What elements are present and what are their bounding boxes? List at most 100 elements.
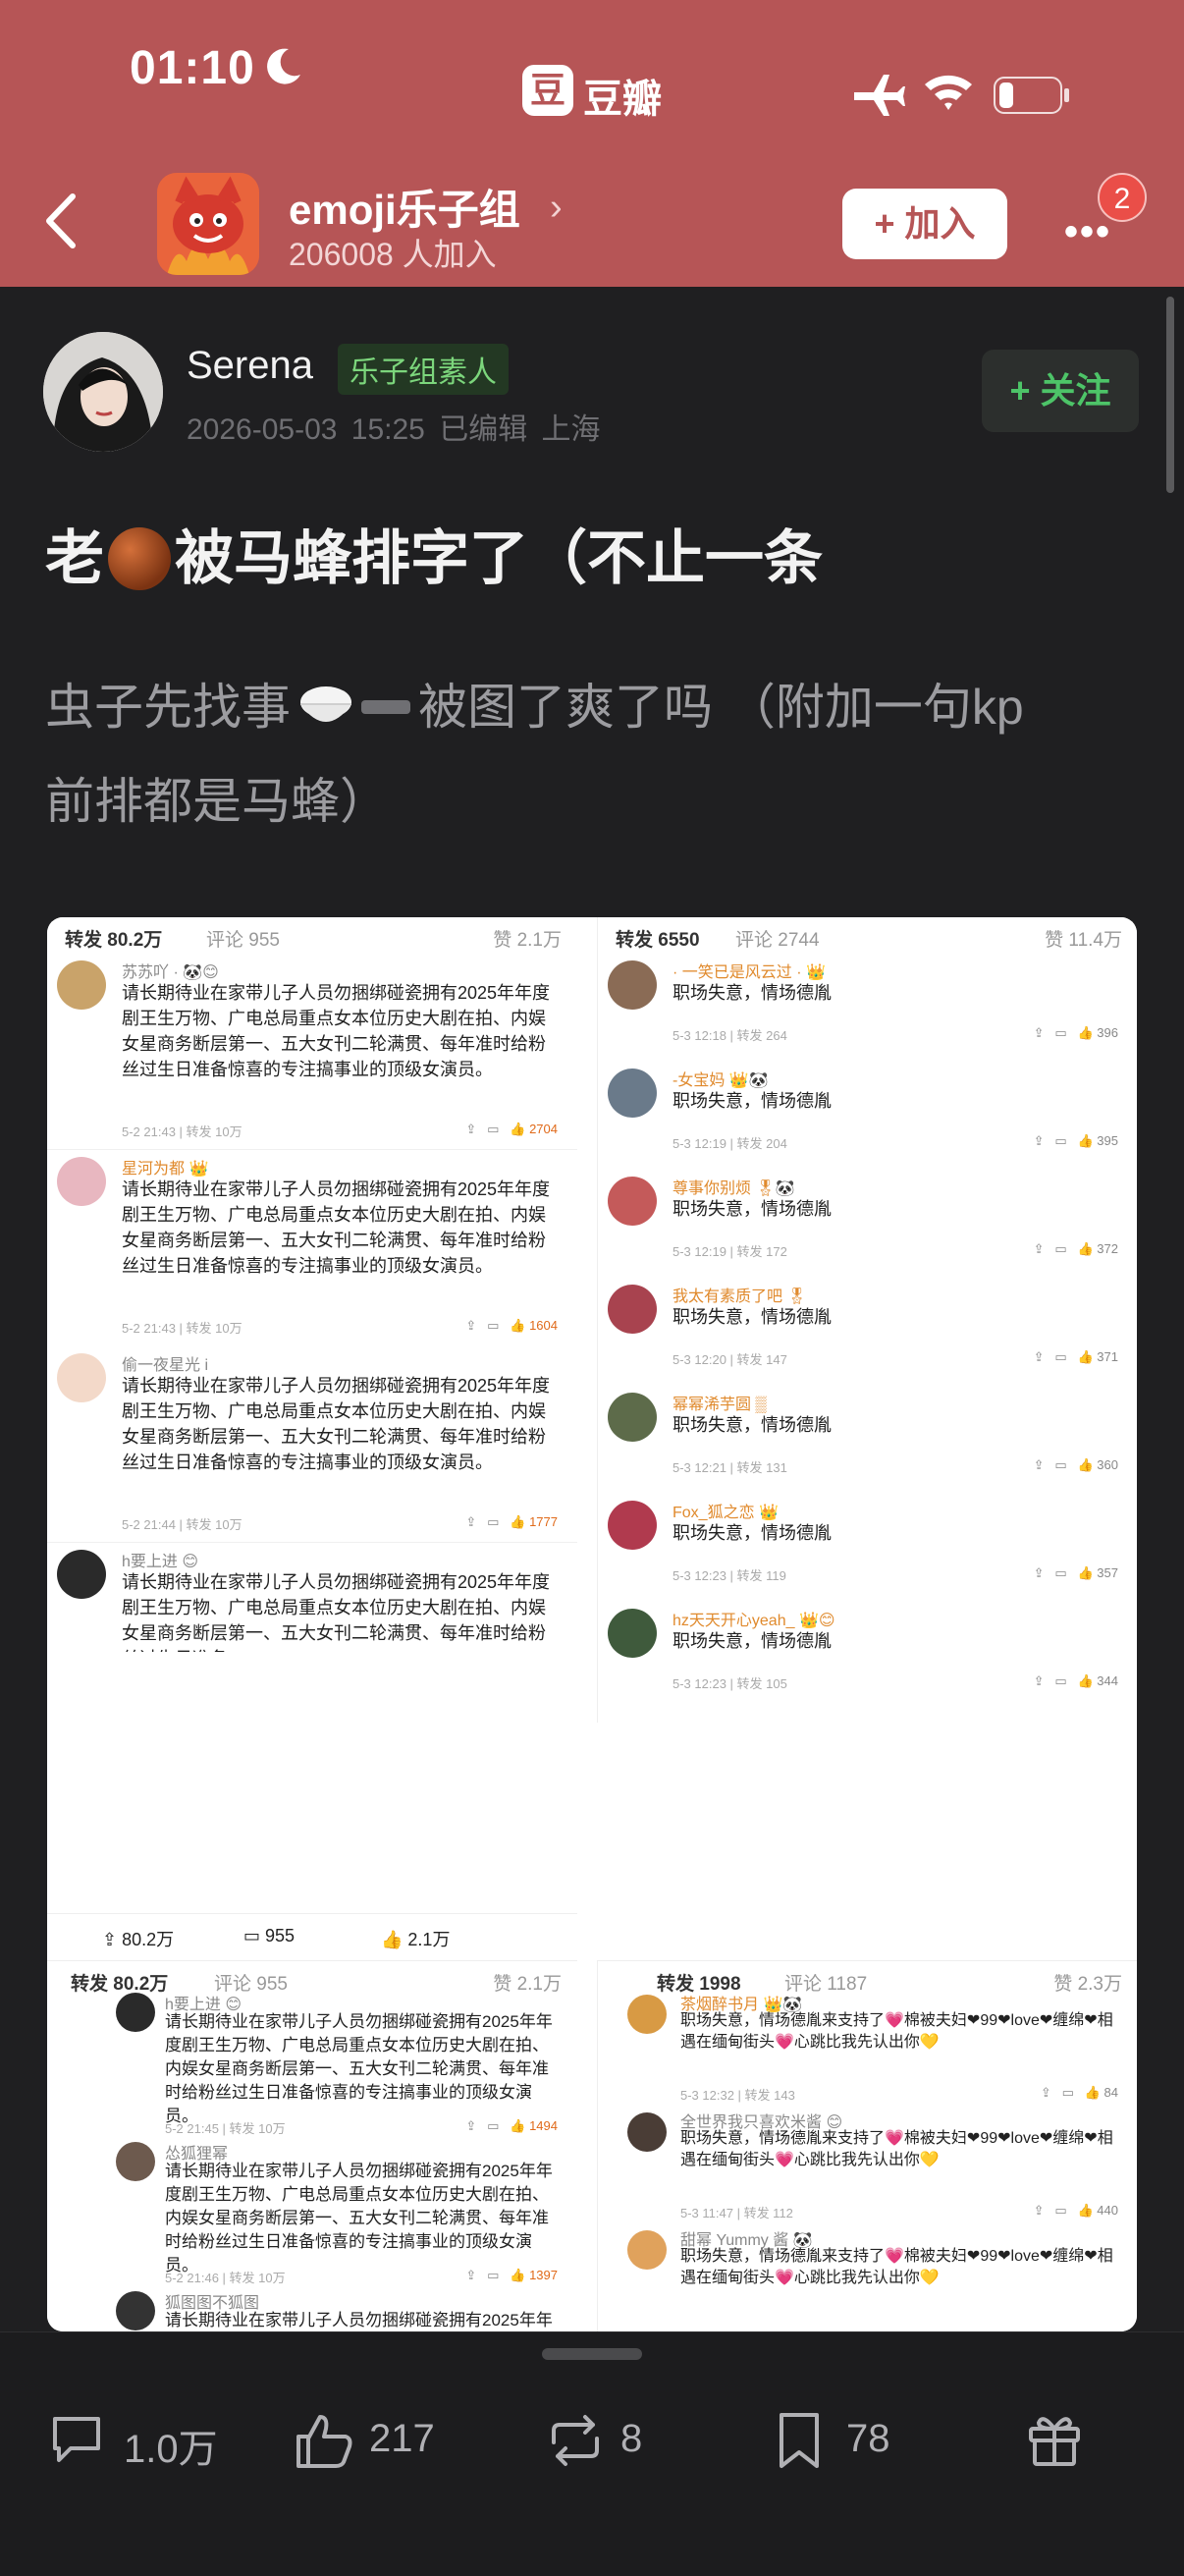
commenter-name: 偷一夜星光 i <box>122 1357 209 1374</box>
likes-count: 217 <box>369 2417 435 2460</box>
commenter-avatar <box>57 1157 106 1206</box>
back-button[interactable] <box>37 187 86 255</box>
comment-footer: 5-2 21:43 | 转发 10万 ⇪ ▭ 👍 2704 <box>122 1122 558 1140</box>
comment-time: 5-3 12:20 | 转发 147 <box>673 1352 787 1367</box>
status-time: 01:10 <box>130 42 255 94</box>
comment-footer: 5-2 21:45 | 转发 10万 ⇪ ▭ 👍 1494 <box>165 2118 558 2137</box>
moon-icon <box>267 48 300 84</box>
comment-actions: ⇪ ▭ 👍 1494 <box>465 2118 558 2133</box>
comment-footer: 5-2 21:44 | 转发 10万 ⇪ ▭ 👍 1777 <box>122 1514 558 1533</box>
group-member-count: 206008 人加入 <box>289 237 497 272</box>
comment-actions: ⇪ ▭ 👍 1604 <box>465 1318 558 1333</box>
post-image[interactable]: 转发 80.2万 评论 955 赞 2.1万 苏苏吖 · 🐼😊 请长期待业在家带… <box>47 917 1137 2331</box>
app-name: 豆瓣 <box>583 78 662 121</box>
comment-footer: 5-3 12:23 | 转发 105 ⇪ ▭ 👍 344 <box>673 1673 1118 1692</box>
comment-item: h要上进 😊 请长期待业在家带儿子人员勿捆绑碰瓷拥有2025年年度剧王生万物、广… <box>47 1544 577 1652</box>
commenter-name: 苏苏吖 · 🐼😊 <box>122 964 219 981</box>
comment-likes: 344 <box>1097 1673 1118 1688</box>
body-line-1: 虫子先找事 被图了爽了吗 （附加一句kp <box>45 660 1135 754</box>
comment-time: 5-3 12:23 | 转发 105 <box>673 1676 787 1691</box>
commenter-avatar <box>116 1993 155 2032</box>
commenter-avatar <box>608 1393 657 1442</box>
comment-icon[interactable]: ▭ 955 <box>243 1926 295 1946</box>
like-action[interactable]: 217 <box>293 2403 469 2472</box>
reposts-count: 8 <box>620 2417 643 2460</box>
comment-text: 职场失意，情场德胤 <box>673 1415 832 1435</box>
comment-actions: ⇪ ▭ 👍 371 <box>1033 1349 1118 1364</box>
gift-icon <box>1029 2417 1080 2466</box>
screenshot-panel-4: 转发 1998 评论 1187 赞 2.3万 茶烟醉书月 👑🐼 职场失意，情场德… <box>597 1960 1137 2331</box>
comment-text: 请长期待业在家带儿子人员勿捆绑碰瓷拥有2025年年度剧王生万物、广电总局重点女本… <box>122 983 551 1079</box>
like-icon[interactable]: 👍 2.1万 <box>381 1926 450 1951</box>
comments-count: 1.0万 <box>124 2428 218 2471</box>
comment-text: 请长期待业在家带儿子人员勿捆绑碰瓷拥有2025年年度剧王生万物、广电总局重点女本… <box>165 2012 553 2125</box>
join-group-button[interactable]: + 加入 <box>842 189 1007 259</box>
comment-time: 5-3 12:19 | 转发 204 <box>673 1136 787 1151</box>
body-text-b: 被图了爽了吗 （附加一句kp <box>418 680 1024 735</box>
group-name[interactable]: emoji乐子组 <box>289 177 520 237</box>
comment-text: 职场失意，情场德胤来支持了💗棉被夫妇❤99❤love❤缠绵❤相遇在缅甸街头💗心跳… <box>680 2130 1113 2168</box>
action-reposts: 80.2万 <box>122 1930 175 1949</box>
panel-comments: 评论 955 <box>206 930 280 951</box>
comments-action[interactable]: 1.0万 <box>47 2403 243 2472</box>
commenter-name: 尊事你别烦 🎖🐼 <box>673 1180 795 1197</box>
body-text-a: 虫子先找事 <box>45 680 291 735</box>
comment-time: 5-3 12:18 | 转发 264 <box>673 1028 787 1043</box>
author-avatar[interactable] <box>43 332 163 452</box>
post-body: 虫子先找事 被图了爽了吗 （附加一句kp 前排都是马蜂） <box>45 660 1135 849</box>
comment-likes: 440 <box>1097 2203 1118 2218</box>
red-monster-icon <box>157 173 259 275</box>
commenter-avatar <box>627 2230 667 2270</box>
comment-footer: 5-3 12:18 | 转发 264 ⇪ ▭ 👍 396 <box>673 1025 1118 1044</box>
comment-item: 狐图图不狐图 请长期待业在家带儿子人员勿捆绑碰瓷拥有2025年年度剧王生万物、广… <box>47 2289 577 2331</box>
commenter-name: 星河为都 👑 <box>122 1161 209 1178</box>
comment-likes: 1604 <box>529 1318 558 1333</box>
action-comments: 955 <box>265 1926 296 1946</box>
more-options-button[interactable]: ••• <box>1064 210 1111 254</box>
collect-action[interactable]: 78 <box>770 2403 927 2472</box>
comment-likes: 1777 <box>529 1514 558 1529</box>
comment-item: 苏苏吖 · 🐼😊 请长期待业在家带儿子人员勿捆绑碰瓷拥有2025年年度剧王生万物… <box>47 955 577 1149</box>
comment-text: 职场失意，情场德胤 <box>673 1523 832 1543</box>
comment-footer: 5-3 12:32 | 转发 143 ⇪ ▭ 👍 84 <box>680 2085 1118 2104</box>
chestnut-emoji-icon <box>108 527 171 590</box>
comment-text: 职场失意，情场德胤来支持了💗棉被夫妇❤99❤love❤缠绵❤相遇在缅甸街头💗心跳… <box>680 2012 1113 2051</box>
divider <box>47 1149 577 1150</box>
bottom-action-bar: 1.0万 217 8 78 <box>0 2331 1184 2576</box>
comment-item: 茶烟醉书月 👑🐼 职场失意，情场德胤来支持了💗棉被夫妇❤99❤love❤缠绵❤相… <box>598 1991 1137 2107</box>
comment-bubble-icon <box>53 2417 100 2462</box>
comment-item: -女宝妈 👑🐼 职场失意，情场德胤 5-3 12:19 | 转发 204 ⇪ ▭… <box>598 1065 1137 1173</box>
comment-item: 幂幂浠芋圆 ▒ 职场失意，情场德胤 5-3 12:21 | 转发 131 ⇪ ▭… <box>598 1389 1137 1497</box>
author-photo <box>43 332 163 452</box>
group-avatar[interactable] <box>157 173 259 275</box>
commenter-avatar <box>627 2112 667 2152</box>
commenter-avatar <box>608 1285 657 1334</box>
author-name[interactable]: Serena <box>187 344 313 388</box>
commenter-name: · 一笑已是风云过 · 👑 <box>673 964 826 981</box>
repost-action[interactable]: 8 <box>544 2403 681 2472</box>
comment-likes: 372 <box>1097 1241 1118 1256</box>
comment-item: 全世界我只喜欢米酱 😊 职场失意，情场德胤来支持了💗棉被夫妇❤99❤love❤缠… <box>598 2109 1137 2224</box>
drag-handle[interactable] <box>542 2348 642 2360</box>
comment-actions: ⇪ ▭ 👍 1397 <box>465 2268 558 2282</box>
gift-action[interactable] <box>1025 2403 1094 2472</box>
comment-item: 我太有素质了吧 🎖 职场失意，情场德胤 5-3 12:20 | 转发 147 ⇪… <box>598 1281 1137 1389</box>
dash-emoji-icon <box>361 700 410 714</box>
commenter-avatar <box>608 960 657 1010</box>
comment-footer: 5-3 12:20 | 转发 147 ⇪ ▭ 👍 371 <box>673 1349 1118 1368</box>
repost-icon[interactable]: ⇪ 80.2万 <box>102 1926 174 1951</box>
commenter-avatar <box>57 1353 106 1402</box>
commenter-avatar <box>57 960 106 1010</box>
comment-text: 请长期待业在家带儿子人员勿捆绑碰瓷拥有2025年年度剧王生万物、广电总局重点女本… <box>122 1376 551 1472</box>
comment-footer: 5-3 12:21 | 转发 131 ⇪ ▭ 👍 360 <box>673 1457 1118 1476</box>
panel-reposts: 转发 80.2万 <box>65 930 163 951</box>
comment-likes: 395 <box>1097 1133 1118 1148</box>
chevron-right-icon[interactable]: › <box>550 187 563 229</box>
comment-text: 职场失意，情场德胤 <box>673 1307 832 1327</box>
follow-button[interactable]: + 关注 <box>982 350 1139 432</box>
comment-actions: ⇪ ▭ 👍 360 <box>1033 1457 1118 1472</box>
commenter-avatar <box>57 1550 106 1599</box>
comment-item: 偷一夜星光 i 请长期待业在家带儿子人员勿捆绑碰瓷拥有2025年年度剧王生万物、… <box>47 1347 577 1542</box>
comment-footer: 5-2 21:43 | 转发 10万 ⇪ ▭ 👍 1604 <box>122 1318 558 1337</box>
scrollbar[interactable] <box>1166 297 1174 493</box>
